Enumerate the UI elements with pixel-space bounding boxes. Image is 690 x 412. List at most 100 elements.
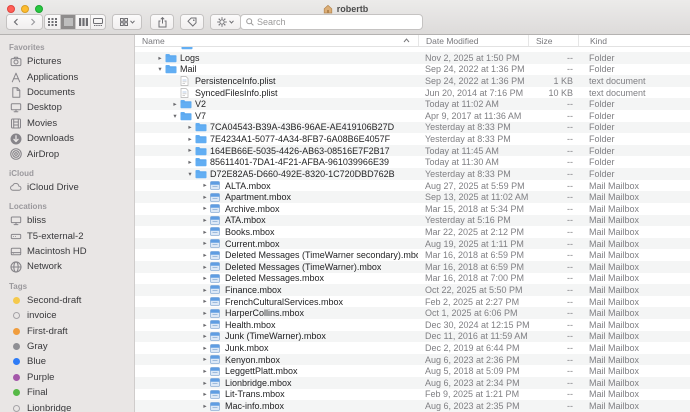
icon-view-button[interactable]: [45, 15, 60, 29]
file-row[interactable]: ▸Health.mboxDec 30, 2024 at 12:15 PM--Ma…: [135, 319, 690, 331]
file-row[interactable]: ▸Mac-info.mboxAug 6, 2023 at 2:35 PM--Ma…: [135, 400, 690, 412]
disclosure-collapsed-icon[interactable]: ▸: [200, 264, 210, 271]
disclosure-expanded-icon[interactable]: ▾: [170, 113, 180, 120]
file-row[interactable]: ▸Books.mboxMar 22, 2025 at 2:12 PM--Mail…: [135, 226, 690, 238]
sidebar-item-purple[interactable]: Purple: [0, 370, 134, 385]
action-button[interactable]: [210, 14, 241, 30]
sidebar-item-applications[interactable]: Applications: [0, 69, 134, 84]
disclosure-collapsed-icon[interactable]: ▸: [200, 275, 210, 282]
file-row[interactable]: ▸7CA04543-B39A-43B6-96AE-AE419106B27DYes…: [135, 122, 690, 134]
file-row[interactable]: PersistenceInfo.plistSep 24, 2022 at 1:3…: [135, 75, 690, 87]
sidebar-item-lionbridge[interactable]: Lionbridge: [0, 400, 134, 412]
file-row[interactable]: ▸Finance.mboxOct 22, 2025 at 5:50 PM--Ma…: [135, 284, 690, 296]
file-row[interactable]: ▸LeggettPlatt.mboxAug 5, 2018 at 5:09 PM…: [135, 365, 690, 377]
disclosure-collapsed-icon[interactable]: ▸: [185, 159, 195, 166]
kind-cell: Mail Mailbox: [578, 355, 690, 365]
disclosure-collapsed-icon[interactable]: ▸: [200, 252, 210, 259]
sidebar-item-bliss[interactable]: bliss: [0, 213, 134, 228]
kind-cell: Mail Mailbox: [578, 273, 690, 283]
disclosure-collapsed-icon[interactable]: ▸: [200, 333, 210, 340]
sidebar-item-movies[interactable]: Movies: [0, 116, 134, 131]
disclosure-collapsed-icon[interactable]: ▸: [200, 205, 210, 212]
file-row[interactable]: ▸Deleted Messages (TimeWarner secondary)…: [135, 249, 690, 261]
disclosure-collapsed-icon[interactable]: ▸: [185, 136, 195, 143]
sidebar-item-icloud-drive[interactable]: iCloud Drive: [0, 180, 134, 195]
disclosure-expanded-icon[interactable]: ▾: [155, 66, 165, 73]
tag-circle-icon: [13, 343, 20, 350]
file-row[interactable]: ▸Archive.mboxMar 15, 2018 at 5:34 PM--Ma…: [135, 203, 690, 215]
disclosure-collapsed-icon[interactable]: ▸: [200, 229, 210, 236]
list-view-button[interactable]: [60, 15, 75, 29]
disclosure-collapsed-icon[interactable]: ▸: [170, 101, 180, 108]
file-row[interactable]: ▾V7Apr 9, 2017 at 11:36 AM--Folder: [135, 110, 690, 122]
sidebar-item-macintosh-hd[interactable]: Macintosh HD: [0, 244, 134, 259]
disclosure-collapsed-icon[interactable]: ▸: [200, 182, 210, 189]
file-row[interactable]: ▸Junk.mboxDec 2, 2019 at 6:44 PM--Mail M…: [135, 342, 690, 354]
search-input[interactable]: [257, 17, 417, 27]
disclosure-collapsed-icon[interactable]: ▸: [200, 380, 210, 387]
file-row[interactable]: ▸7E4234A1-5077-4A34-8FB7-6A08B6E4057FYes…: [135, 133, 690, 145]
forward-button[interactable]: [24, 14, 43, 30]
group-button[interactable]: [112, 14, 142, 30]
file-row[interactable]: ▾D72E82A5-D660-492E-8320-1C720DBD762BYes…: [135, 168, 690, 180]
file-row[interactable]: ▸Lionbridge.mboxAug 6, 2023 at 2:34 PM--…: [135, 377, 690, 389]
file-row[interactable]: ▸LogsNov 2, 2025 at 1:50 PM--Folder: [135, 52, 690, 64]
disclosure-collapsed-icon[interactable]: ▸: [200, 217, 210, 224]
sidebar-item-desktop[interactable]: Desktop: [0, 100, 134, 115]
sidebar-item-second-draft[interactable]: Second-draft: [0, 293, 134, 308]
sidebar-item-final[interactable]: Final: [0, 385, 134, 400]
tag-button[interactable]: [180, 14, 204, 30]
sidebar-item-airdrop[interactable]: AirDrop: [0, 146, 134, 161]
column-view-button[interactable]: [75, 15, 90, 29]
file-row[interactable]: ▸HarperCollins.mboxOct 1, 2025 at 6:06 P…: [135, 307, 690, 319]
disclosure-collapsed-icon[interactable]: ▸: [200, 310, 210, 317]
gallery-view-button[interactable]: [90, 15, 105, 29]
file-row[interactable]: ▸Deleted Messages (TimeWarner).mboxMar 1…: [135, 261, 690, 273]
disclosure-collapsed-icon[interactable]: ▸: [155, 55, 165, 62]
disclosure-collapsed-icon[interactable]: ▸: [200, 356, 210, 363]
column-header-size[interactable]: Size: [528, 35, 578, 46]
column-header-kind[interactable]: Kind: [578, 35, 690, 46]
sidebar-item-invoice[interactable]: invoice: [0, 308, 134, 323]
file-row[interactable]: ▸FrenchCulturalServices.mboxFeb 2, 2025 …: [135, 296, 690, 308]
sidebar-item-t5-external-2[interactable]: T5-external-2: [0, 229, 134, 244]
file-row[interactable]: ▸Kenyon.mboxAug 6, 2023 at 2:36 PM--Mail…: [135, 354, 690, 366]
column-header-date-modified[interactable]: Date Modified: [418, 35, 528, 46]
file-row[interactable]: ▸V2Today at 11:02 AM--Folder: [135, 98, 690, 110]
file-row[interactable]: ▸Current.mboxAug 19, 2025 at 1:11 PM--Ma…: [135, 238, 690, 250]
column-header-name[interactable]: Name: [135, 35, 418, 46]
sidebar-item-pictures[interactable]: Pictures: [0, 54, 134, 69]
file-row[interactable]: ▸ATA.mboxYesterday at 5:16 PM--Mail Mail…: [135, 215, 690, 227]
file-row[interactable]: SyncedFilesInfo.plistJun 20, 2014 at 7:1…: [135, 87, 690, 99]
disclosure-expanded-icon[interactable]: ▾: [185, 171, 195, 178]
disclosure-collapsed-icon[interactable]: ▸: [200, 298, 210, 305]
disclosure-collapsed-icon[interactable]: ▸: [200, 194, 210, 201]
disclosure-collapsed-icon[interactable]: ▸: [185, 124, 195, 131]
disclosure-collapsed-icon[interactable]: ▸: [200, 322, 210, 329]
back-button[interactable]: [6, 14, 25, 30]
disclosure-collapsed-icon[interactable]: ▸: [200, 345, 210, 352]
sidebar-item-blue[interactable]: Blue: [0, 354, 134, 369]
file-name-label: Finance.mbox: [225, 285, 282, 295]
disclosure-collapsed-icon[interactable]: ▸: [185, 147, 195, 154]
sidebar-item-documents[interactable]: Documents: [0, 85, 134, 100]
file-row[interactable]: ▾MailSep 24, 2022 at 1:36 PM--Folder: [135, 64, 690, 76]
sidebar-item-gray[interactable]: Gray: [0, 339, 134, 354]
sidebar-item-network[interactable]: Network: [0, 259, 134, 274]
sidebar-item-downloads[interactable]: Downloads: [0, 131, 134, 146]
disclosure-collapsed-icon[interactable]: ▸: [200, 240, 210, 247]
sidebar-item-first-draft[interactable]: First-draft: [0, 323, 134, 338]
file-row[interactable]: ▸Deleted Messages.mboxMar 16, 2018 at 7:…: [135, 273, 690, 285]
file-row[interactable]: ▸85611401-7DA1-4F21-AFBA-961039966E39Tod…: [135, 156, 690, 168]
share-button[interactable]: [150, 14, 174, 30]
search-field[interactable]: [240, 14, 423, 30]
file-row[interactable]: ▸Junk (TimeWarner).mboxDec 11, 2016 at 1…: [135, 331, 690, 343]
disclosure-collapsed-icon[interactable]: ▸: [200, 368, 210, 375]
disclosure-collapsed-icon[interactable]: ▸: [200, 403, 210, 410]
file-row[interactable]: ▸164EB66E-5035-4426-AB63-08516E7F2B17Tod…: [135, 145, 690, 157]
file-row[interactable]: ▸Apartment.mboxSep 13, 2025 at 11:02 AM-…: [135, 191, 690, 203]
file-row[interactable]: ▸Lit-Trans.mboxFeb 9, 2025 at 1:21 PM--M…: [135, 389, 690, 401]
file-row[interactable]: ▸ALTA.mboxAug 27, 2025 at 5:59 PM--Mail …: [135, 180, 690, 192]
disclosure-collapsed-icon[interactable]: ▸: [200, 287, 210, 294]
disclosure-collapsed-icon[interactable]: ▸: [200, 391, 210, 398]
